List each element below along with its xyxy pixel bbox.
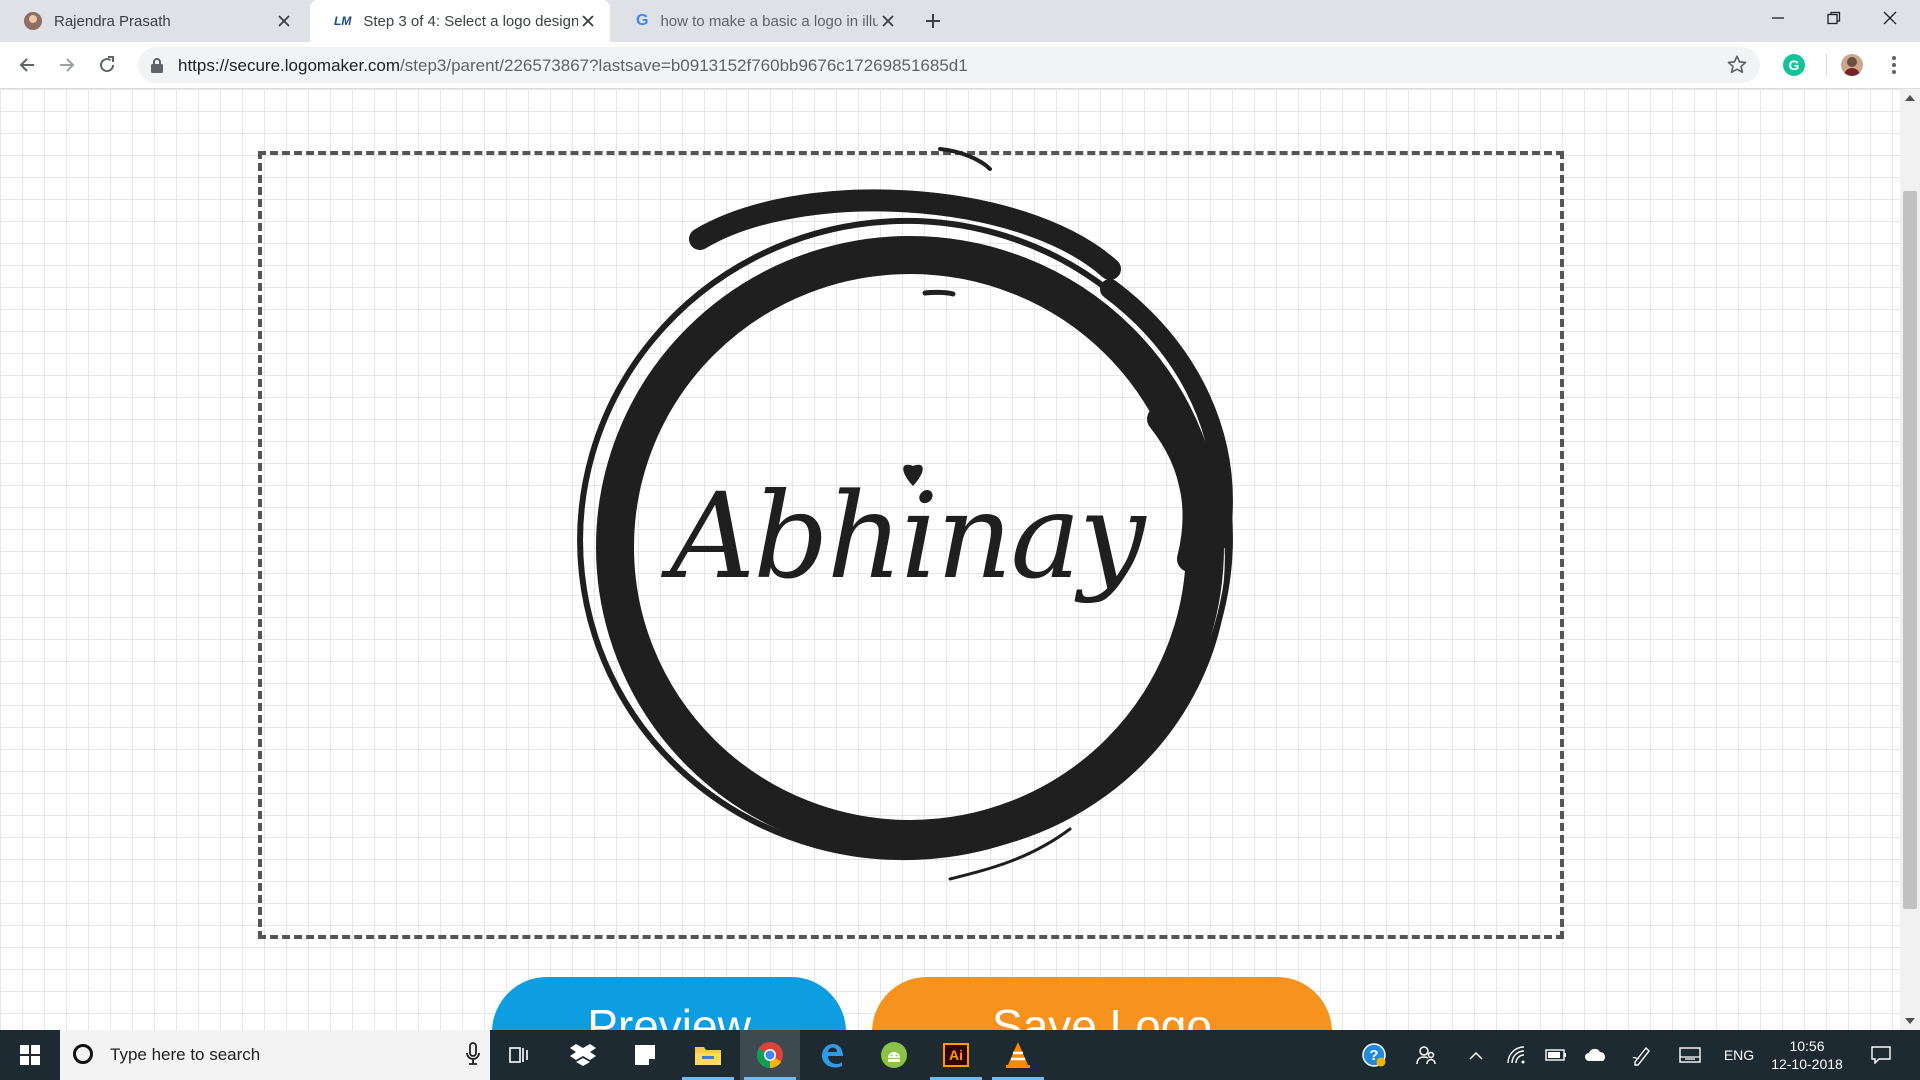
dropbox-icon [570, 1044, 596, 1066]
tab-logomaker-step3[interactable]: LM Step 3 of 4: Select a logo design [310, 0, 610, 42]
caret-down-icon [1905, 1018, 1915, 1024]
dropbox-app[interactable] [553, 1030, 613, 1080]
close-tab-icon[interactable] [878, 11, 898, 31]
save-logo-button[interactable]: Save Logo [872, 977, 1332, 1030]
clock[interactable]: 10:56 12-10-2018 [1762, 1030, 1852, 1080]
file-explorer-app[interactable] [678, 1030, 738, 1080]
taskbar-search-box[interactable]: Type here to search [60, 1030, 490, 1080]
edge-icon [822, 1044, 843, 1068]
people-icon [1416, 1046, 1436, 1065]
more-vertical-icon [1892, 56, 1896, 74]
grammarly-extension-icon[interactable]: G [1783, 54, 1805, 76]
cortana-icon [73, 1044, 93, 1064]
windows-taskbar: Type here to search Ai ? ENG 10:56 12-10… [0, 1030, 1920, 1080]
restore-icon [1827, 11, 1841, 25]
help-tray-button[interactable]: ? [1352, 1030, 1396, 1080]
close-window-button[interactable] [1862, 0, 1918, 36]
vlc-app[interactable] [988, 1030, 1048, 1080]
url-host: https://secure.logomaker.com [178, 56, 401, 75]
edge-app[interactable] [802, 1030, 862, 1080]
clock-date: 12-10-2018 [1771, 1056, 1843, 1072]
chevron-up-icon [1469, 1051, 1483, 1060]
input-language[interactable]: ENG [1718, 1030, 1760, 1080]
plus-icon [926, 14, 940, 28]
touch-keyboard-button[interactable] [1668, 1030, 1712, 1080]
close-tab-icon[interactable] [274, 11, 294, 31]
illustrator-app[interactable]: Ai [926, 1030, 986, 1080]
arrow-left-icon [19, 58, 34, 72]
tab-strip: Rajendra Prasath LM Step 3 of 4: Select … [0, 0, 1920, 42]
chrome-icon [756, 1042, 783, 1069]
illustrator-icon: Ai [943, 1043, 969, 1067]
clock-time: 10:56 [1789, 1038, 1825, 1054]
logo-editor-canvas: Abhinay Preview Save Logo [0, 89, 1900, 1030]
new-tab-button[interactable] [920, 8, 946, 34]
tab-google-search[interactable]: G how to make a basic a logo in illu [612, 0, 910, 42]
show-hidden-icons-button[interactable] [1456, 1030, 1496, 1080]
minimize-button[interactable] [1750, 0, 1806, 36]
search-placeholder: Type here to search [110, 1045, 261, 1064]
android-emulator-app[interactable] [864, 1030, 924, 1080]
reload-button[interactable] [93, 51, 121, 79]
address-bar[interactable]: https://secure.logomaker.com/step3/paren… [138, 47, 1760, 83]
bookmark-star-icon[interactable] [1726, 54, 1748, 76]
task-view-button[interactable] [490, 1030, 550, 1080]
close-icon [1883, 11, 1897, 25]
profile-favicon-icon [24, 12, 42, 30]
help-icon: ? [1362, 1043, 1386, 1067]
back-button[interactable] [13, 51, 41, 79]
people-button[interactable] [1404, 1030, 1448, 1080]
close-tab-icon[interactable] [578, 11, 598, 31]
scroll-down-button[interactable] [1900, 1012, 1920, 1030]
url-path: /step3/parent/226573867?lastsave=b091315… [400, 56, 968, 75]
chrome-app[interactable] [740, 1030, 800, 1080]
keyboard-icon [1679, 1047, 1701, 1063]
sticky-notes-app[interactable] [615, 1030, 675, 1080]
browser-toolbar: https://secure.logomaker.com/step3/paren… [0, 42, 1920, 89]
logo-text[interactable]: Abhinay [670, 467, 1145, 605]
onedrive-button[interactable] [1576, 1030, 1616, 1080]
tab-title: how to make a basic a logo in illu [660, 12, 878, 30]
microphone-icon[interactable] [466, 1042, 480, 1066]
reload-icon [100, 56, 115, 73]
page-scrollbar[interactable] [1900, 89, 1920, 1030]
profile-avatar[interactable] [1841, 54, 1863, 76]
minimize-icon [1772, 17, 1784, 19]
vlc-icon [1006, 1042, 1030, 1068]
arrow-right-icon [60, 58, 75, 72]
sticky-notes-icon [635, 1045, 655, 1065]
forward-button[interactable] [53, 51, 81, 79]
tab-title: Rajendra Prasath [54, 12, 171, 30]
restore-button[interactable] [1806, 0, 1862, 36]
cloud-icon [1585, 1048, 1605, 1061]
caret-up-icon [1905, 95, 1915, 101]
tab-rajendra-prasath[interactable]: Rajendra Prasath [0, 0, 306, 42]
scroll-up-button[interactable] [1900, 89, 1920, 107]
preview-button[interactable]: Preview [492, 977, 846, 1030]
battery-button[interactable] [1536, 1030, 1576, 1080]
folder-icon [695, 1047, 721, 1065]
url-text: https://secure.logomaker.com/step3/paren… [178, 56, 968, 76]
wifi-icon [1507, 1046, 1525, 1064]
lock-icon [151, 58, 163, 73]
task-view-icon [509, 1047, 528, 1063]
android-icon [881, 1042, 907, 1068]
pen-icon [1632, 1046, 1650, 1066]
start-button[interactable] [0, 1030, 60, 1080]
logomaker-favicon-icon: LM [334, 14, 352, 28]
network-button[interactable] [1496, 1030, 1536, 1080]
notification-icon [1871, 1046, 1891, 1064]
browser-menu-button[interactable] [1884, 54, 1904, 76]
scroll-thumb[interactable] [1903, 191, 1917, 909]
tab-title: Step 3 of 4: Select a logo design [363, 12, 578, 30]
windows-logo-icon [20, 1045, 40, 1065]
toolbar-divider [1826, 54, 1827, 76]
battery-icon [1545, 1049, 1566, 1061]
google-favicon-icon: G [636, 12, 649, 29]
pen-workspace-button[interactable] [1620, 1030, 1664, 1080]
action-center-button[interactable] [1858, 1030, 1904, 1080]
